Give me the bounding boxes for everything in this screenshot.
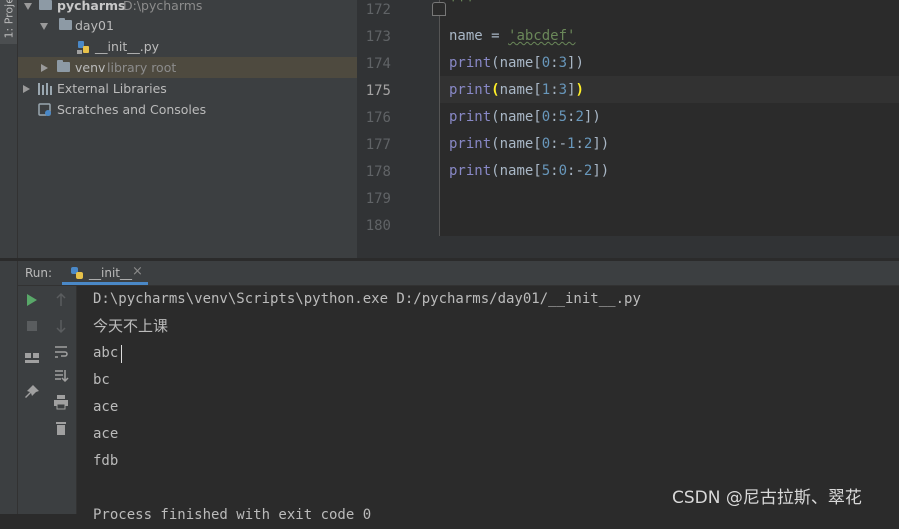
- print-icon[interactable]: [53, 394, 69, 410]
- code-line: ''': [449, 0, 475, 12]
- run-icon[interactable]: [24, 292, 40, 308]
- text-caret: [121, 345, 122, 363]
- line-number: 173: [365, 29, 391, 45]
- line-number-current: 175: [365, 83, 391, 99]
- run-tool-bar: Run: __init__ ×: [18, 261, 899, 286]
- python-file-icon: [77, 41, 89, 54]
- arrow-up-icon[interactable]: [53, 292, 69, 308]
- soft-wrap-icon[interactable]: [53, 344, 69, 360]
- editor-bottom-strip: [357, 236, 899, 258]
- project-tool-tab[interactable]: 1: Project: [0, 0, 17, 44]
- console-line: bc: [93, 372, 110, 388]
- line-number: 174: [365, 56, 391, 72]
- console-output[interactable]: D:\pycharms\venv\Scripts\python.exe D:/p…: [77, 286, 899, 523]
- left-tool-strip: [0, 0, 18, 514]
- run-toolbar-primary: [18, 286, 46, 514]
- code-line: print(name[0:3]): [449, 55, 584, 71]
- console-line: 今天不上课: [93, 317, 169, 335]
- console-line-exit: Process finished with exit code 0: [93, 507, 372, 523]
- python-icon: [71, 267, 83, 279]
- tree-item-scratches[interactable]: Scratches and Consoles: [18, 99, 357, 120]
- code-lines: ''' name = 'abcdef' print(name[0:3]) pri…: [440, 0, 899, 236]
- line-number: 178: [365, 164, 391, 180]
- line-number: 177: [365, 137, 391, 153]
- code-line: print(name[0:5:2]): [449, 109, 601, 125]
- tree-item-day01[interactable]: day01: [18, 15, 357, 36]
- editor-gutter: 172 173 174 175 176 177 178 179 180: [357, 0, 439, 236]
- folder-icon: [57, 60, 70, 72]
- arrow-down-icon[interactable]: [53, 318, 69, 334]
- library-icon: [38, 83, 52, 95]
- line-number: 172: [365, 2, 391, 18]
- tree-item-init-py[interactable]: __init__.py: [18, 36, 357, 57]
- tree-item-root[interactable]: pycharms D:\pycharms: [18, 0, 357, 16]
- chevron-right-icon[interactable]: [23, 85, 30, 93]
- console-line: fdb: [93, 453, 119, 469]
- root-name: pycharms: [57, 0, 126, 13]
- run-tab-label: __init__: [89, 266, 132, 280]
- layout-icon[interactable]: [24, 350, 40, 366]
- console-line-command: D:\pycharms\venv\Scripts\python.exe D:/p…: [93, 291, 641, 307]
- chevron-down-icon[interactable]: [24, 3, 32, 10]
- trash-icon[interactable]: [53, 420, 69, 436]
- console-line: ace: [93, 426, 119, 442]
- tree-item-label: __init__.py: [95, 39, 160, 54]
- close-icon[interactable]: ×: [132, 264, 143, 279]
- tree-item-label: day01: [75, 18, 114, 33]
- tree-item-external-libraries[interactable]: External Libraries: [18, 78, 357, 99]
- folder-icon: [59, 18, 72, 30]
- stop-icon[interactable]: [24, 318, 40, 334]
- console-line: ace: [93, 399, 119, 415]
- console-line: abc: [93, 345, 119, 361]
- code-line: name = 'abcdef': [449, 28, 576, 44]
- tree-item-label: venv: [75, 60, 106, 75]
- scratches-icon: [38, 103, 51, 116]
- tree-item-venv[interactable]: venv library root: [18, 57, 357, 78]
- chevron-right-icon[interactable]: [41, 64, 48, 72]
- scroll-to-end-icon[interactable]: [53, 368, 69, 384]
- line-number: 176: [365, 110, 391, 126]
- run-toolbar-secondary: [46, 286, 77, 514]
- code-line: print(name[0:-1:2]): [449, 136, 610, 152]
- watermark: CSDN @尼古拉斯、翠花: [672, 488, 862, 508]
- project-tree: pycharms D:\pycharms day01 __init__.py v…: [18, 0, 357, 258]
- tree-item-label: Scratches and Consoles: [57, 102, 207, 117]
- project-tab-label: 1: Project: [2, 0, 16, 39]
- code-line: print(name[1:3]): [449, 82, 584, 98]
- chevron-down-icon[interactable]: [40, 23, 48, 30]
- line-number: 179: [365, 191, 391, 207]
- tree-item-label: External Libraries: [57, 81, 167, 96]
- pin-icon[interactable]: [24, 384, 40, 400]
- root-path: D:\pycharms: [123, 0, 203, 13]
- run-label: Run:: [25, 266, 53, 280]
- folder-icon: [39, 0, 52, 10]
- code-line: print(name[5:0:-2]): [449, 163, 610, 179]
- run-tab-underline: [62, 282, 148, 285]
- tree-item-suffix: library root: [107, 60, 177, 75]
